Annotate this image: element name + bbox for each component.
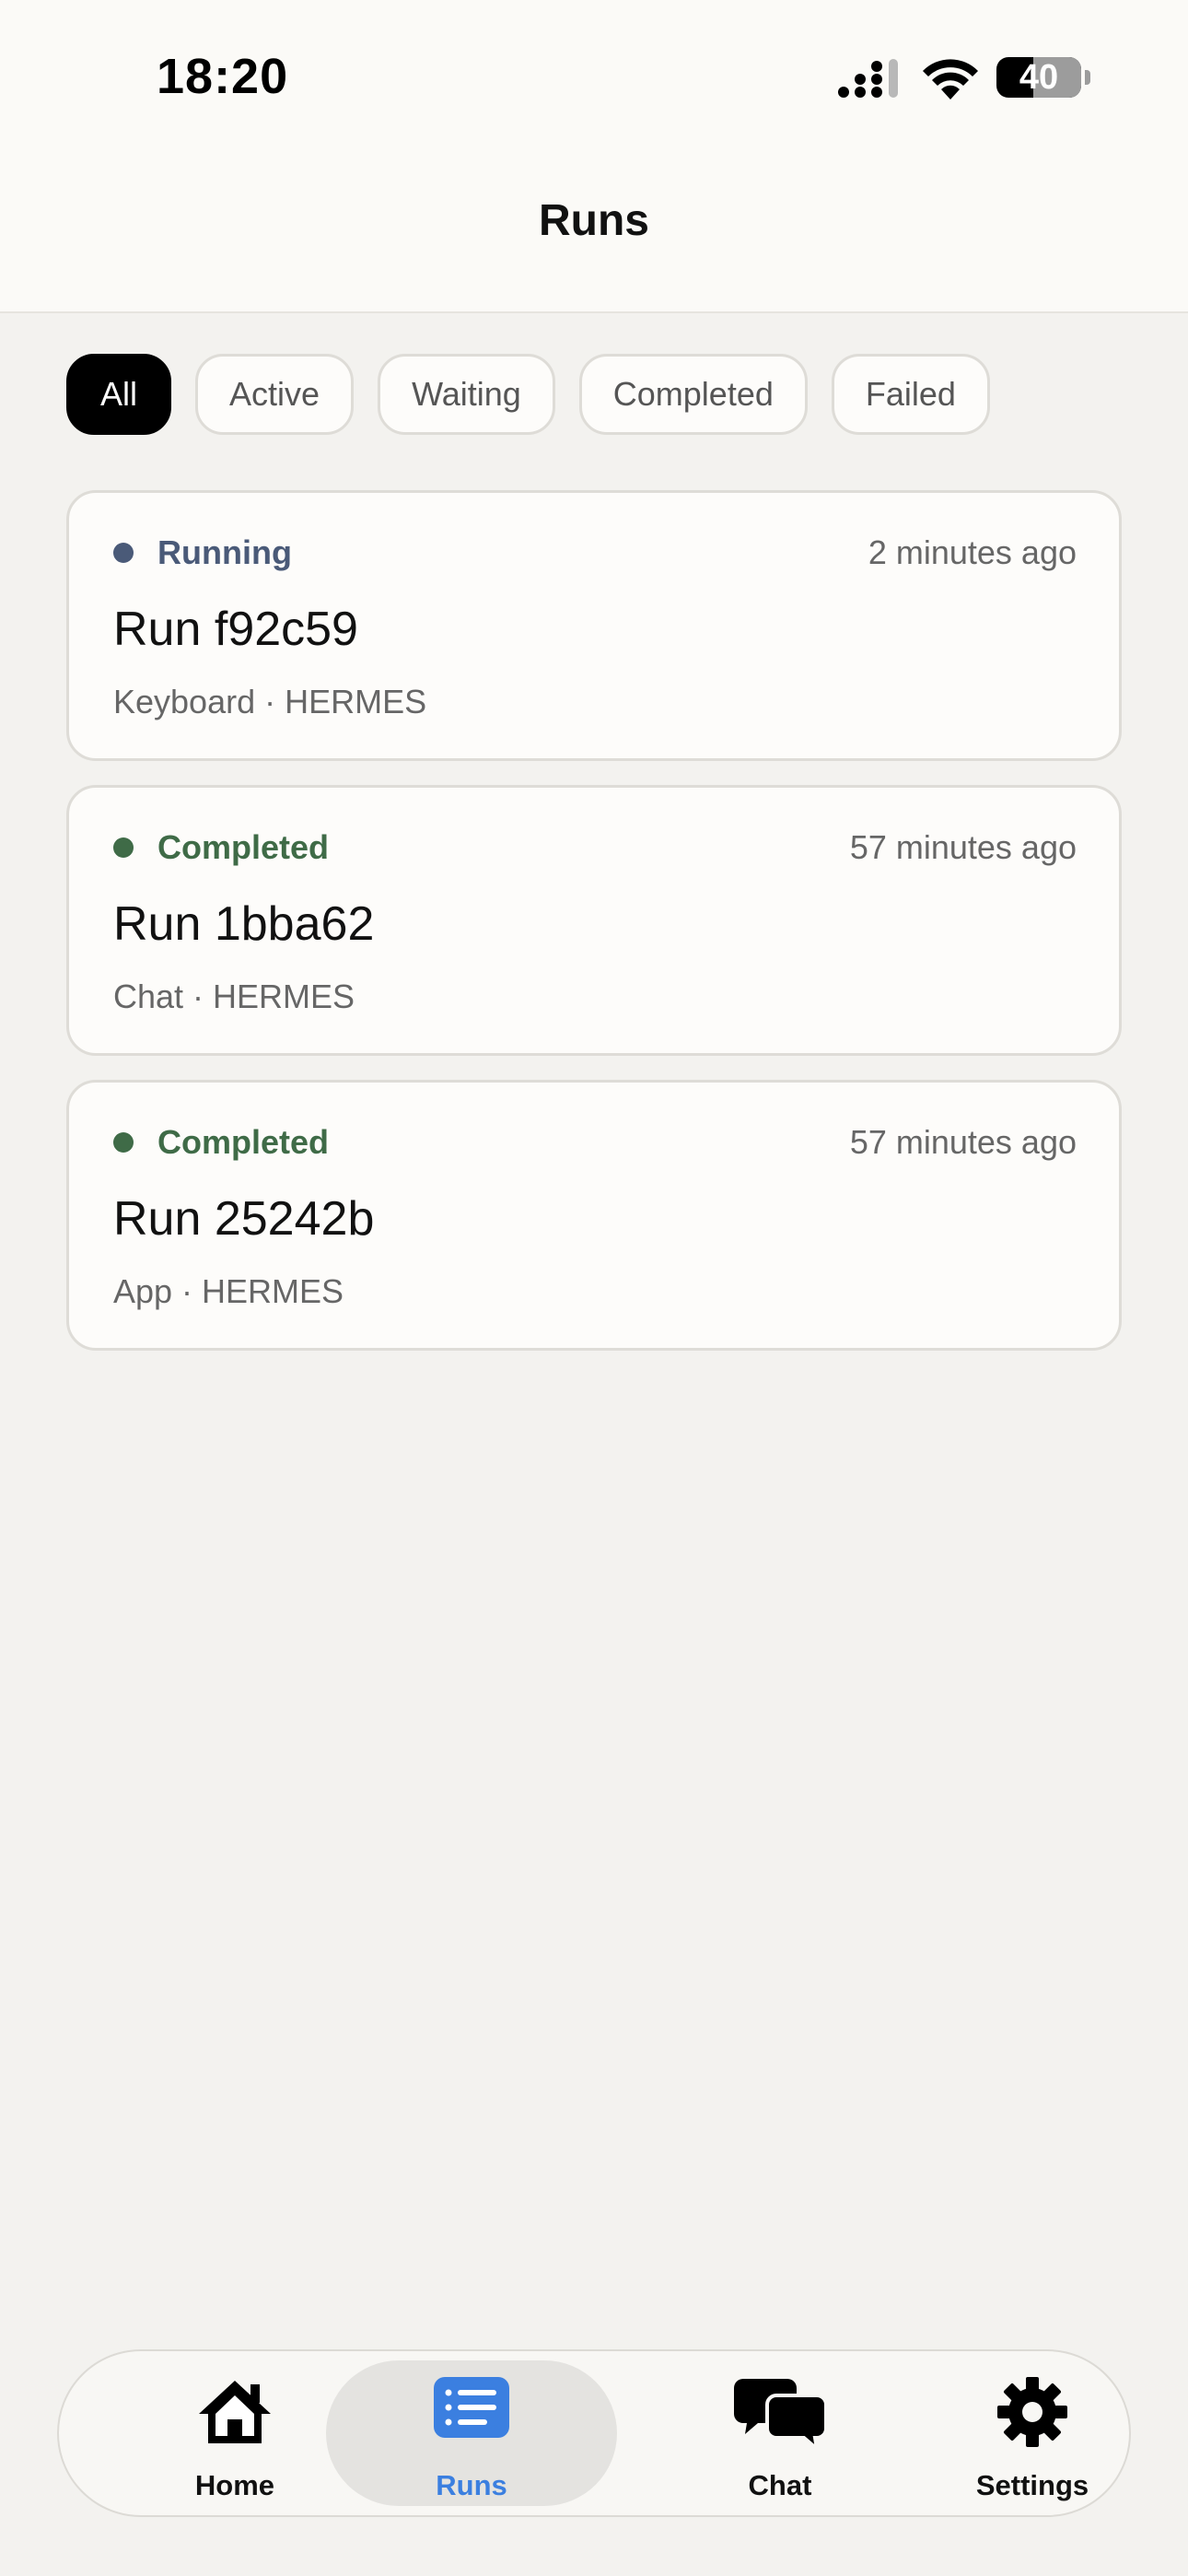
- cellular-signal-icon: [838, 59, 898, 98]
- tab-home[interactable]: Home: [111, 2351, 359, 2515]
- tab-label: Runs: [436, 2469, 507, 2501]
- run-status: Completed: [113, 828, 329, 867]
- tab-bar: Home Runs Chat Settings: [57, 2349, 1131, 2517]
- header: 18:20 40 Runs: [0, 0, 1188, 313]
- run-status: Completed: [113, 1123, 329, 1162]
- battery-icon: 40: [996, 57, 1081, 98]
- filter-chip-completed[interactable]: Completed: [578, 354, 808, 435]
- status-label: Completed: [157, 1123, 330, 1161]
- run-card[interactable]: Completed 57 minutes ago Run 25242b App …: [66, 1080, 1122, 1351]
- home-icon: [199, 2381, 271, 2443]
- run-meta: Chat · HERMES: [113, 978, 355, 1015]
- run-meta: App · HERMES: [113, 1272, 344, 1310]
- run-card[interactable]: Running 2 minutes ago Run f92c59 Keyboar…: [66, 490, 1122, 761]
- run-time-ago: 2 minutes ago: [868, 533, 1077, 571]
- status-label: Completed: [157, 828, 330, 866]
- status-dot: [113, 543, 134, 563]
- tab-chat[interactable]: Chat: [656, 2351, 904, 2515]
- gear-icon: [997, 2377, 1067, 2447]
- tab-label: Home: [194, 2469, 275, 2501]
- run-time-ago: 57 minutes ago: [849, 1123, 1077, 1161]
- run-title: Run f92c59: [113, 603, 358, 656]
- run-time-ago: 57 minutes ago: [849, 828, 1077, 866]
- tab-label: Chat: [748, 2469, 812, 2501]
- wifi-icon: [923, 59, 978, 100]
- run-status: Running: [113, 533, 292, 572]
- battery-cap: [1085, 70, 1090, 85]
- battery-level: 40: [1019, 58, 1059, 97]
- run-title: Run 25242b: [113, 1192, 375, 1246]
- run-title: Run 1bba62: [113, 897, 375, 951]
- tab-settings[interactable]: Settings: [908, 2351, 1157, 2515]
- tab-label: Settings: [975, 2469, 1089, 2501]
- filter-chip-all[interactable]: All: [66, 354, 172, 435]
- status-time: 18:20: [157, 49, 289, 104]
- chat-bubbles-icon: [734, 2379, 826, 2451]
- runs-list-icon: [434, 2377, 509, 2438]
- status-label: Running: [157, 533, 292, 571]
- filter-chip-failed[interactable]: Failed: [831, 354, 990, 435]
- status-dot: [113, 837, 134, 858]
- filter-chip-waiting[interactable]: Waiting: [378, 354, 555, 435]
- page-title: Runs: [539, 196, 649, 245]
- status-dot: [113, 1132, 134, 1153]
- filter-chip-active[interactable]: Active: [195, 354, 355, 435]
- run-card[interactable]: Completed 57 minutes ago Run 1bba62 Chat…: [66, 785, 1122, 1056]
- run-meta: Keyboard · HERMES: [113, 683, 427, 720]
- tab-runs[interactable]: Runs: [326, 2360, 617, 2506]
- filter-chips: All Active Waiting Completed Failed: [66, 354, 990, 437]
